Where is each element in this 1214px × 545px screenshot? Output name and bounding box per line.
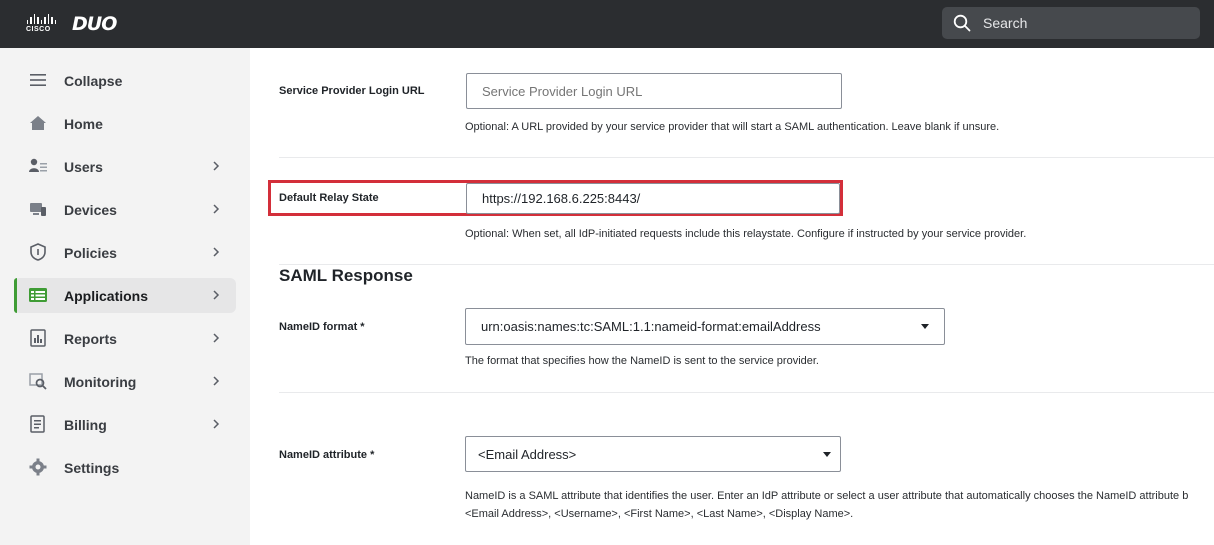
saml-response-title: SAML Response bbox=[279, 266, 413, 285]
sidebar-item-label: Policies bbox=[64, 244, 117, 261]
chevron-right-icon bbox=[213, 161, 220, 171]
sidebar-item-applications[interactable]: Applications bbox=[14, 278, 236, 313]
sidebar-item-home[interactable]: Home bbox=[14, 106, 236, 141]
dropdown-arrow-icon bbox=[823, 452, 831, 457]
devices-icon bbox=[30, 203, 46, 216]
top-bar: CISCO DUO Search bbox=[0, 0, 1214, 48]
sidebar-item-billing[interactable]: Billing bbox=[14, 407, 236, 442]
shield-icon bbox=[30, 243, 46, 261]
nameid-attribute-label: NameID attribute * bbox=[279, 449, 375, 461]
sidebar-item-collapse[interactable]: Collapse bbox=[14, 63, 236, 98]
main-content: Service Provider Login URL Optional: A U… bbox=[250, 48, 1214, 545]
billing-icon bbox=[30, 415, 45, 433]
sidebar-item-label: Settings bbox=[64, 459, 120, 476]
sidebar-item-settings[interactable]: Settings bbox=[14, 450, 236, 485]
divider bbox=[279, 264, 1214, 265]
sp-login-url-label: Service Provider Login URL bbox=[279, 85, 425, 97]
sp-login-url-input[interactable] bbox=[466, 73, 842, 109]
applications-icon bbox=[29, 288, 47, 302]
chevron-right-icon bbox=[213, 247, 220, 257]
reports-icon bbox=[30, 329, 46, 347]
nameid-attribute-help-line2: <Email Address>, <Username>, <First Name… bbox=[465, 508, 854, 520]
chevron-right-icon bbox=[213, 419, 220, 429]
sidebar-item-users[interactable]: Users bbox=[14, 149, 236, 184]
divider bbox=[279, 157, 1214, 158]
relay-state-input[interactable]: https://192.168.6.225:8443/ bbox=[466, 183, 840, 214]
monitoring-icon bbox=[29, 373, 47, 390]
nameid-format-value: urn:oasis:names:tc:SAML:1.1:nameid-forma… bbox=[481, 319, 821, 334]
search-icon bbox=[953, 14, 971, 32]
chevron-right-icon bbox=[213, 333, 220, 343]
sidebar-item-label: Monitoring bbox=[64, 373, 137, 390]
nameid-format-label: NameID format * bbox=[279, 321, 365, 333]
nameid-format-select[interactable]: urn:oasis:names:tc:SAML:1.1:nameid-forma… bbox=[465, 308, 945, 345]
sidebar-item-label: Devices bbox=[64, 201, 117, 218]
dropdown-arrow-icon bbox=[921, 324, 929, 329]
relay-state-label: Default Relay State bbox=[279, 192, 379, 204]
nameid-format-help: The format that specifies how the NameID… bbox=[465, 355, 819, 367]
sidebar: Collapse Home Users Devices Policies App… bbox=[0, 48, 250, 545]
active-indicator bbox=[14, 278, 17, 313]
chevron-right-icon bbox=[213, 376, 220, 386]
home-icon bbox=[30, 116, 46, 130]
menu-icon bbox=[30, 74, 46, 86]
sidebar-item-label: Users bbox=[64, 158, 103, 175]
chevron-right-icon bbox=[213, 204, 220, 214]
sidebar-item-devices[interactable]: Devices bbox=[14, 192, 236, 227]
nameid-attribute-value: <Email Address> bbox=[478, 446, 577, 462]
relay-state-help: Optional: When set, all IdP-initiated re… bbox=[465, 228, 1027, 240]
sidebar-item-policies[interactable]: Policies bbox=[14, 235, 236, 270]
chevron-right-icon bbox=[213, 290, 220, 300]
sidebar-item-label: Collapse bbox=[64, 72, 123, 89]
gear-icon bbox=[29, 458, 47, 476]
sidebar-item-label: Billing bbox=[64, 416, 107, 433]
sidebar-item-reports[interactable]: Reports bbox=[14, 321, 236, 356]
nameid-attribute-help-line1: NameID is a SAML attribute that identifi… bbox=[465, 490, 1189, 502]
sidebar-item-label: Applications bbox=[64, 287, 149, 304]
users-icon bbox=[29, 158, 47, 172]
search-label: Search bbox=[983, 15, 1028, 31]
relay-state-value: https://192.168.6.225:8443/ bbox=[482, 191, 641, 206]
divider bbox=[279, 392, 1214, 393]
sp-login-url-help: Optional: A URL provided by your service… bbox=[465, 121, 1000, 133]
sidebar-item-label: Home bbox=[64, 115, 103, 132]
cisco-logo[interactable]: CISCO bbox=[26, 14, 56, 34]
sidebar-item-label: Reports bbox=[64, 330, 117, 347]
sidebar-item-monitoring[interactable]: Monitoring bbox=[14, 364, 236, 399]
search-box[interactable]: Search bbox=[942, 7, 1200, 39]
cisco-wordmark: CISCO bbox=[26, 26, 51, 33]
nameid-attribute-select[interactable]: <Email Address> bbox=[465, 436, 841, 472]
duo-logo[interactable]: DUO bbox=[72, 13, 117, 35]
